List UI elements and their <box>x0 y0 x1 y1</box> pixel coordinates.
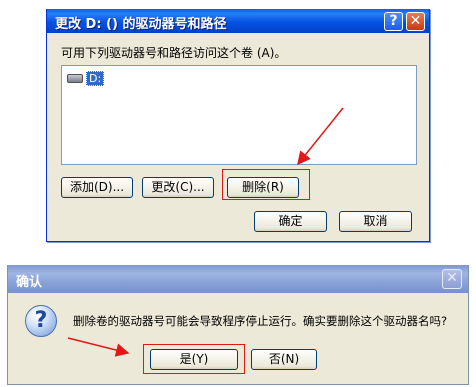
arrow-to-delete <box>297 107 344 166</box>
arrow-to-yes <box>67 337 130 357</box>
annotation-arrows <box>67 107 344 357</box>
